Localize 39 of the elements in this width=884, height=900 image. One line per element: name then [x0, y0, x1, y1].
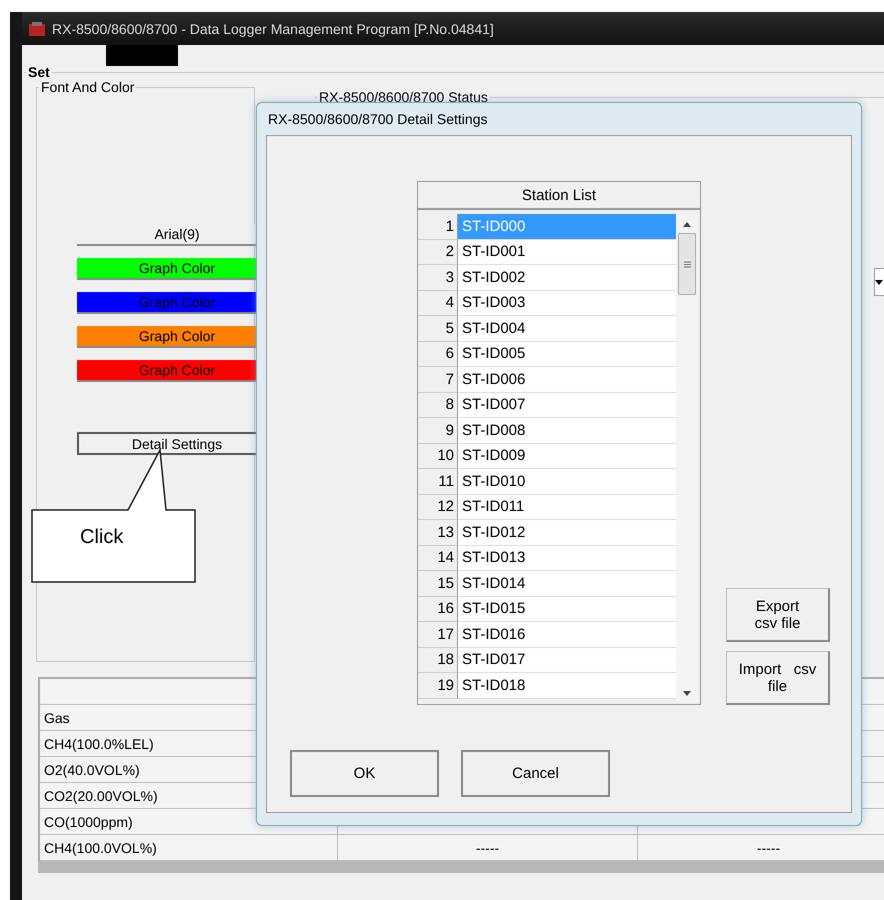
- station-item[interactable]: ST-ID006: [458, 367, 676, 392]
- group-title: Set: [26, 64, 52, 80]
- station-item[interactable]: ST-ID009: [458, 444, 676, 469]
- grip-icon: [684, 260, 690, 268]
- dialog-title: RX-8500/8600/8700 Detail Settings: [267, 110, 488, 129]
- window-title: RX-8500/8600/8700 - Data Logger Management Program [P.No.04841]: [52, 20, 494, 36]
- scrollbar[interactable]: [38, 861, 884, 873]
- scrollbar[interactable]: [676, 214, 698, 702]
- station-item[interactable]: ST-ID013: [458, 546, 676, 571]
- station-item[interactable]: ST-ID012: [458, 520, 676, 546]
- column-header: Station List: [418, 182, 700, 210]
- callout-text: Click: [80, 526, 124, 549]
- station-item[interactable]: ST-ID001: [458, 240, 676, 265]
- app-icon: [28, 20, 46, 36]
- station-item[interactable]: ST-ID016: [458, 622, 676, 648]
- export-csv-button[interactable]: Export csv file: [726, 588, 830, 642]
- station-item[interactable]: ST-ID011: [458, 494, 676, 520]
- caret-icon: [875, 280, 883, 284]
- station-item[interactable]: ST-ID010: [458, 469, 676, 494]
- station-item[interactable]: ST-ID018: [458, 673, 676, 698]
- station-item[interactable]: ST-ID008: [458, 418, 676, 444]
- cancel-button[interactable]: Cancel: [461, 750, 610, 797]
- import-csv-button[interactable]: Import csv file: [726, 651, 830, 705]
- station-item[interactable]: ST-ID002: [458, 265, 676, 290]
- station-item[interactable]: ST-ID004: [458, 316, 676, 342]
- ok-button[interactable]: OK: [290, 750, 439, 797]
- table-cell: CH4(100.0VOL%): [40, 835, 338, 860]
- station-item[interactable]: ST-ID017: [458, 648, 676, 673]
- redaction-block: [106, 45, 178, 66]
- station-item[interactable]: ST-ID014: [458, 571, 676, 596]
- scroll-up-icon: [683, 222, 691, 227]
- station-item[interactable]: ST-ID015: [458, 596, 676, 622]
- scroll-down-icon: [683, 691, 691, 696]
- table-cell: -----: [638, 835, 884, 860]
- station-item[interactable]: ST-ID003: [458, 290, 676, 316]
- group-title: Font And Color: [39, 79, 136, 95]
- station-item[interactable]: ST-ID005: [458, 342, 676, 367]
- station-item[interactable]: ST-ID007: [458, 392, 676, 418]
- table-cell: -----: [338, 835, 638, 860]
